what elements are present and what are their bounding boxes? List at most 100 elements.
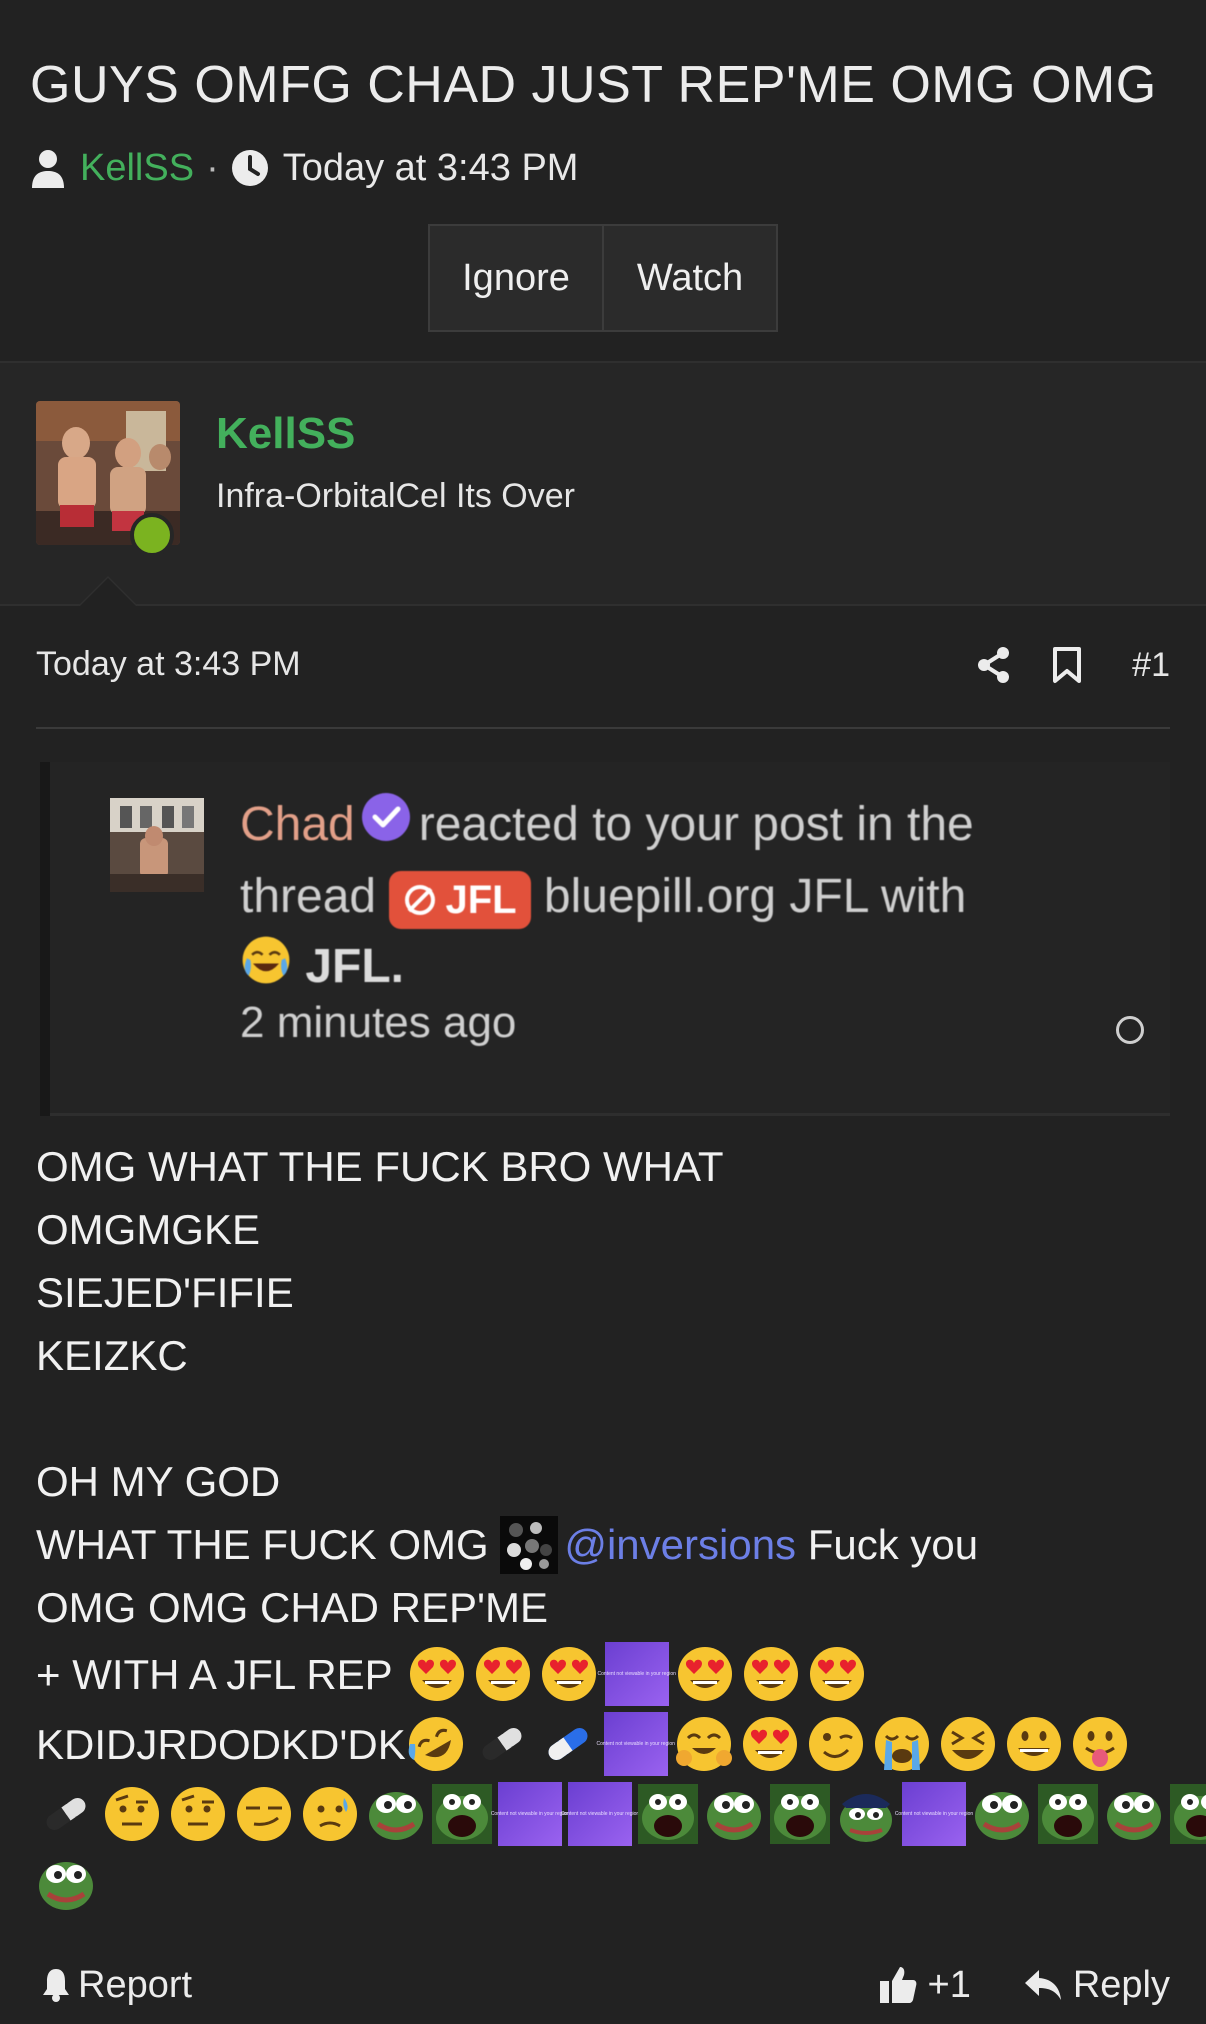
content-not-viewable-image: Content not viewable in your region <box>895 1782 973 1846</box>
heart-eyes-icon <box>741 1644 801 1704</box>
thread-author-link[interactable]: KellSS <box>80 147 194 190</box>
verified-icon <box>361 792 411 862</box>
post-line-mention: WHAT THE FUCK OMG @inversions Fuck you <box>36 1513 1176 1576</box>
heart-eyes-icon <box>407 1644 467 1704</box>
joy-hands-icon <box>674 1714 734 1774</box>
heart-eyes-icon <box>740 1714 800 1774</box>
ignore-button[interactable]: Ignore <box>430 226 602 330</box>
thread-title: GUYS OMFG CHAD JUST REP'ME OMG OMG <box>30 56 1157 114</box>
wink-icon <box>806 1714 866 1774</box>
pepe-scream-icon <box>770 1784 830 1844</box>
content-not-viewable-image: Content not viewable in your region <box>598 1642 676 1706</box>
bookmark-icon[interactable] <box>1052 646 1082 684</box>
pepe-scream-icon <box>1038 1784 1098 1844</box>
squint-laugh-icon <box>938 1714 998 1774</box>
user-block-notch-inner <box>80 578 136 606</box>
post-footer: Report +1 Reply <box>0 1955 1206 2015</box>
pill-black-icon <box>36 1784 96 1844</box>
footer-actions: +1 Reply <box>878 1955 1170 2015</box>
post-line-text: + WITH A JFL REP <box>36 1650 393 1698</box>
post-date[interactable]: Today at 3:43 PM <box>36 645 301 684</box>
post-line: OH MY GOD <box>36 1458 281 1505</box>
jfl-badge: JFL <box>389 870 531 929</box>
post-line: OMG WHAT THE FUCK BRO WHAT <box>36 1143 724 1190</box>
notification-text-1: reacted to your post in the <box>418 798 974 851</box>
embed-bottom-border <box>50 1113 1170 1116</box>
emoji-row <box>36 1849 1176 1919</box>
pepe-scream-icon <box>1170 1784 1206 1844</box>
report-button[interactable]: Report <box>42 1955 192 2015</box>
post-user-block: KellSS Infra-OrbitalCel Its Over <box>0 363 1206 605</box>
thread-time[interactable]: Today at 3:43 PM <box>283 147 579 190</box>
pepe-icon <box>704 1784 764 1844</box>
worried-icon <box>300 1784 360 1844</box>
sob-icon <box>872 1714 932 1774</box>
pepe-cop-icon <box>836 1784 896 1844</box>
post-line: OMG OMG CHAD REP'ME <box>36 1584 549 1631</box>
report-label: Report <box>78 1963 193 2006</box>
post-line: OMGMGKE <box>36 1206 261 1253</box>
clock-icon <box>231 149 269 187</box>
jfl-badge-label: JFL <box>445 877 517 922</box>
watch-button[interactable]: Watch <box>602 226 776 330</box>
embed-left-bar <box>40 762 50 1116</box>
notification-avatar <box>110 798 204 892</box>
post-line-text: WHAT THE FUCK OMG <box>36 1521 489 1568</box>
pill-black-icon <box>472 1714 532 1774</box>
pepe-scream-icon <box>432 1784 492 1844</box>
notification-text: Chad reacted to your post in the thread J… <box>240 790 1120 1006</box>
thread-button-group: Ignore Watch <box>428 224 778 332</box>
post-line-emojis: KDIDJRDODKD'DK Content not viewable in y… <box>36 1709 1176 1779</box>
divider <box>36 727 1170 729</box>
thumbs-up-icon <box>878 1965 918 2005</box>
user-icon <box>30 148 66 188</box>
post-number-link[interactable]: #1 <box>1132 646 1170 685</box>
unread-circle-icon <box>1116 1016 1144 1044</box>
crying-laughing-icon <box>240 934 292 1006</box>
rofl-icon <box>406 1714 466 1774</box>
embedded-notification-image: Chad reacted to your post in the thread J… <box>40 762 1170 1116</box>
post-line-text: Fuck you <box>807 1521 979 1568</box>
raised-brow-icon <box>102 1784 162 1844</box>
notification-text-2: thread <box>240 870 377 924</box>
post-line-text: KDIDJRDODKD'DK <box>36 1720 406 1768</box>
like-label: +1 <box>927 1963 971 2006</box>
heart-eyes-icon <box>675 1644 735 1704</box>
post-username[interactable]: KellSS <box>216 409 355 459</box>
raised-brow-icon <box>168 1784 228 1844</box>
heart-eyes-icon <box>539 1644 599 1704</box>
mention-avatar <box>500 1515 559 1574</box>
user-mention-link[interactable]: @inversions <box>564 1513 796 1576</box>
thread-header: GUYS OMFG CHAD JUST REP'ME OMG OMG KellS… <box>0 0 1206 362</box>
notification-text-3: bluepill.org JFL with <box>543 870 967 924</box>
divider <box>0 604 1206 606</box>
like-button[interactable]: +1 <box>878 1964 971 2007</box>
emoji-row: Content not viewable in your region Conte… <box>36 1779 1206 1849</box>
grin-icon <box>1004 1714 1064 1774</box>
meta-separator: · <box>206 146 219 189</box>
content-not-viewable-image: Content not viewable in your region <box>561 1782 639 1846</box>
thread-meta: KellSS · Today at 3:43 PM <box>30 146 578 190</box>
pepe-icon <box>36 1854 96 1914</box>
reply-label: Reply <box>1072 1963 1170 2006</box>
content-not-viewable-image: Content not viewable in your region <box>491 1782 569 1846</box>
notification-user: Chad <box>240 798 355 851</box>
reply-button[interactable]: Reply <box>1023 1964 1170 2007</box>
pill-blue-icon <box>538 1714 598 1774</box>
share-icon[interactable] <box>976 646 1012 684</box>
pepe-scream-icon <box>638 1784 698 1844</box>
reply-arrow-icon <box>1023 1968 1063 2002</box>
pepe-icon <box>972 1784 1032 1844</box>
post-line: KEIZKC <box>36 1332 188 1379</box>
user-title: Infra-OrbitalCel Its Over <box>216 477 575 515</box>
bell-icon <box>42 1967 70 2003</box>
post-line: SIEJED'FIFIE <box>36 1269 294 1316</box>
post-body: OMG WHAT THE FUCK BRO WHAT OMGMGKE SIEJE… <box>36 1135 1206 1919</box>
online-status-indicator <box>130 513 174 557</box>
notification-time: 2 minutes ago <box>240 998 517 1047</box>
tongue-icon <box>1070 1714 1130 1774</box>
smirk-icon <box>234 1784 294 1844</box>
post-line-emojis: + WITH A JFL REP Content not viewable in… <box>36 1639 1176 1709</box>
heart-eyes-icon <box>473 1644 533 1704</box>
